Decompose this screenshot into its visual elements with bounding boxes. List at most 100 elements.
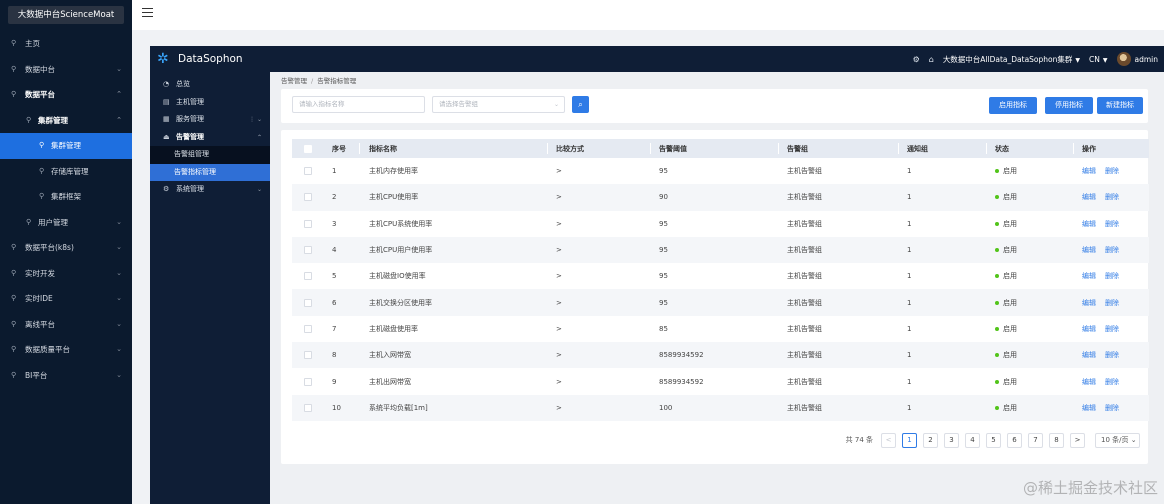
delete-link[interactable]: 删除 xyxy=(1105,350,1119,360)
delete-link[interactable]: 删除 xyxy=(1105,324,1119,334)
breadcrumb: 告警管理 / 告警指标管理 xyxy=(281,77,357,85)
edit-link[interactable]: 编辑 xyxy=(1082,298,1096,308)
menu-label: 集群管理 xyxy=(38,115,68,125)
cluster-select[interactable]: 大数据中台AllData_DataSophon集群 ▼ xyxy=(943,54,1080,65)
outer-menu-item-realtime-ide[interactable]: ⚲ 实时IDE ⌄ xyxy=(0,286,132,312)
outer-menu-item-cluster-manage[interactable]: ⚲ 集群管理 xyxy=(0,133,132,159)
delete-link[interactable]: 删除 xyxy=(1105,377,1119,387)
page-button[interactable]: 7 xyxy=(1028,432,1043,448)
page-button[interactable]: 3 xyxy=(944,432,959,448)
edit-link[interactable]: 编辑 xyxy=(1082,219,1096,229)
page-button[interactable]: 1 xyxy=(902,432,917,448)
menu-toggle-icon[interactable] xyxy=(142,8,153,18)
alert-group-select[interactable]: 请选择告警组 ⌄ xyxy=(432,96,565,113)
top-bar xyxy=(132,0,1164,30)
delete-link[interactable]: 删除 xyxy=(1105,245,1119,255)
home-icon[interactable]: ⌂ xyxy=(929,55,934,64)
delete-link[interactable]: 删除 xyxy=(1105,166,1119,176)
row-checkbox[interactable] xyxy=(304,368,312,394)
cell-threshold: 90 xyxy=(659,193,668,202)
chevron-down-icon: ⌄ xyxy=(116,345,122,353)
edit-link[interactable]: 编辑 xyxy=(1082,324,1096,334)
row-checkbox[interactable] xyxy=(304,263,312,289)
status-label: 启用 xyxy=(1003,351,1017,360)
row-checkbox[interactable] xyxy=(304,211,312,237)
outer-menu-item-framework[interactable]: ⚲ 集群框架 xyxy=(0,184,132,210)
col-header-actions: 操作 xyxy=(1082,144,1096,153)
sidebar-item-overview[interactable]: ◔ 总览 xyxy=(150,76,270,94)
delete-link[interactable]: 删除 xyxy=(1105,403,1119,413)
page-button[interactable]: 2 xyxy=(923,432,938,448)
sidebar-item-alert-groups[interactable]: 告警组管理 xyxy=(150,146,270,164)
header-right: ⚙ ⌂ 大数据中台AllData_DataSophon集群 ▼ CN ▼ admin xyxy=(904,46,1158,72)
sidebar-item-system[interactable]: ⚙ 系统管理 ⌄ xyxy=(150,181,270,199)
prev-page-button[interactable]: < xyxy=(881,432,896,448)
row-checkbox[interactable] xyxy=(304,395,312,421)
breadcrumb-parent[interactable]: 告警管理 xyxy=(281,77,307,85)
metric-name-input[interactable]: 请输入指标名称 xyxy=(292,96,425,113)
delete-link[interactable]: 删除 xyxy=(1105,298,1119,308)
row-checkbox[interactable] xyxy=(304,237,312,263)
outer-menu-item-data-platform[interactable]: ⚲ 数据平台 ⌃ xyxy=(0,82,132,108)
sidebar-item-alerts[interactable]: ⏏ 告警管理 ⌃ xyxy=(150,129,270,147)
sidebar-item-services[interactable]: ▦ 服务管理 ⋮ ⌄ xyxy=(150,111,270,129)
outer-menu-item-storage[interactable]: ⚲ 存储库管理 xyxy=(0,159,132,185)
edit-link[interactable]: 编辑 xyxy=(1082,271,1096,281)
outer-menu-item-cluster-group[interactable]: ⚲ 集群管理 ⌃ xyxy=(0,108,132,134)
edit-link[interactable]: 编辑 xyxy=(1082,403,1096,413)
cell-notify-group: 1 xyxy=(907,246,912,255)
edit-link[interactable]: 编辑 xyxy=(1082,166,1096,176)
status-label: 启用 xyxy=(1003,324,1017,333)
edit-link[interactable]: 编辑 xyxy=(1082,350,1096,360)
settings-icon[interactable]: ⚙ xyxy=(913,55,920,64)
menu-label: 数据平台 xyxy=(25,90,55,99)
disable-metric-button[interactable]: 停用指标 xyxy=(1045,97,1093,114)
user-name[interactable]: admin xyxy=(1135,55,1159,64)
enable-metric-button[interactable]: 启用指标 xyxy=(989,97,1037,114)
page-button[interactable]: 6 xyxy=(1007,432,1022,448)
outer-menu-item-k8s[interactable]: ⚲ 数据平台(k8s) ⌄ xyxy=(0,235,132,261)
outer-menu-item-users[interactable]: ⚲ 用户管理 ⌄ xyxy=(0,210,132,236)
outer-menu-item-quality[interactable]: ⚲ 数据质量平台 ⌄ xyxy=(0,337,132,363)
delete-link[interactable]: 删除 xyxy=(1105,219,1119,229)
app-header: ✲ DataSophon ⚙ ⌂ 大数据中台AllData_DataSophon… xyxy=(150,46,1164,72)
total-count: 共 74 条 xyxy=(845,436,873,444)
cell-actions: 编辑 删除 xyxy=(1082,211,1128,237)
edit-link[interactable]: 编辑 xyxy=(1082,377,1096,387)
outer-logo[interactable]: 大数据中台ScienceMoat xyxy=(8,6,124,24)
row-checkbox[interactable] xyxy=(304,184,312,210)
row-checkbox[interactable] xyxy=(304,289,312,315)
page-button[interactable]: 8 xyxy=(1049,432,1064,448)
outer-sidebar: 大数据中台ScienceMoat ⚲ 主页 ⚲ 数据中台 ⌄ ⚲ 数据平台 ⌃ ⚲ 集群管理… xyxy=(0,0,132,504)
edit-link[interactable]: 编辑 xyxy=(1082,245,1096,255)
page-button[interactable]: 5 xyxy=(986,432,1001,448)
delete-link[interactable]: 删除 xyxy=(1105,192,1119,202)
pin-icon: ⚲ xyxy=(26,217,32,226)
outer-menu-item-offline[interactable]: ⚲ 离线平台 ⌄ xyxy=(0,312,132,338)
outer-menu-item-home[interactable]: ⚲ 主页 xyxy=(0,31,132,57)
page-button[interactable]: 4 xyxy=(965,432,980,448)
cell-alert-group: 主机告警组 xyxy=(787,219,822,228)
language-select[interactable]: CN ▼ xyxy=(1089,55,1107,64)
outer-menu-item-data-middle[interactable]: ⚲ 数据中台 ⌄ xyxy=(0,57,132,83)
create-metric-button[interactable]: 新建指标 xyxy=(1097,97,1143,114)
next-page-button[interactable]: > xyxy=(1070,432,1085,448)
sidebar-item-hosts[interactable]: ▤ 主机管理 xyxy=(150,94,270,112)
pin-icon: ⚲ xyxy=(11,268,17,277)
delete-link[interactable]: 删除 xyxy=(1105,271,1119,281)
outer-menu: ⚲ 主页 ⚲ 数据中台 ⌄ ⚲ 数据平台 ⌃ ⚲ 集群管理 ⌃ ⚲ 集群管理 ⚲ 存储库管理 ⚲ 集… xyxy=(0,31,132,388)
row-checkbox[interactable] xyxy=(304,158,312,184)
cell-status: 启用 xyxy=(995,316,1017,342)
outer-menu-item-realtime-dev[interactable]: ⚲ 实时开发 ⌄ xyxy=(0,261,132,287)
avatar[interactable] xyxy=(1116,52,1131,66)
sidebar-item-alert-metrics[interactable]: 告警指标管理 xyxy=(150,163,270,181)
row-checkbox[interactable] xyxy=(304,342,312,368)
page-size-select[interactable]: 10 条/页 ⌄ xyxy=(1095,432,1140,448)
pin-icon: ⚲ xyxy=(11,294,17,302)
outer-menu-item-bi[interactable]: ⚲ BI平台 ⌄ xyxy=(0,363,132,389)
status-label: 启用 xyxy=(1003,272,1017,281)
row-checkbox[interactable] xyxy=(304,316,312,342)
edit-link[interactable]: 编辑 xyxy=(1082,192,1096,202)
select-all-checkbox[interactable] xyxy=(304,139,312,158)
search-button[interactable]: ⌕ xyxy=(572,96,589,113)
